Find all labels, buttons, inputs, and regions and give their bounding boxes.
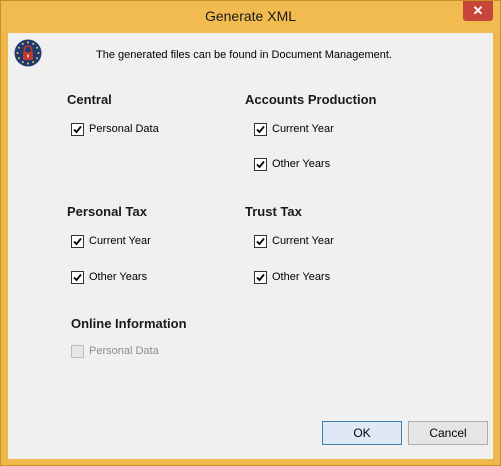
checkbox-box[interactable] bbox=[71, 271, 84, 284]
dialog-client-area: The generated files can be found in Docu… bbox=[8, 33, 493, 459]
title-bar[interactable]: Generate XML ✕ bbox=[1, 1, 500, 33]
cancel-button[interactable]: Cancel bbox=[408, 421, 488, 445]
checkbox-label: Other Years bbox=[272, 158, 331, 170]
checkbox-box[interactable] bbox=[254, 235, 267, 248]
checkmark-icon bbox=[256, 237, 265, 246]
section-title-online-information: Online Information bbox=[71, 316, 187, 331]
section-title-personal-tax: Personal Tax bbox=[67, 204, 147, 219]
close-button[interactable]: ✕ bbox=[463, 1, 493, 21]
section-title-central: Central bbox=[67, 92, 112, 107]
checkbox-box[interactable] bbox=[71, 123, 84, 136]
checkbox-box[interactable] bbox=[254, 271, 267, 284]
checkmark-icon bbox=[73, 125, 82, 134]
checkmark-icon bbox=[73, 237, 82, 246]
checkbox-label: Current Year bbox=[272, 123, 334, 135]
ok-button[interactable]: OK bbox=[322, 421, 402, 445]
checkmark-icon bbox=[73, 273, 82, 282]
checkbox-box[interactable] bbox=[71, 235, 84, 248]
dialog-window: Generate XML ✕ The generated files can b… bbox=[0, 0, 501, 466]
checkbox-label: Other Years bbox=[272, 271, 331, 283]
checkbox-box bbox=[71, 345, 84, 358]
window-title: Generate XML bbox=[204, 8, 297, 24]
checkbox-label: Other Years bbox=[89, 271, 148, 283]
checkbox-label: Personal Data bbox=[89, 345, 159, 357]
section-title-accounts-production: Accounts Production bbox=[245, 92, 377, 107]
eu-lock-icon bbox=[14, 39, 42, 67]
section-title-trust-tax: Trust Tax bbox=[245, 204, 302, 219]
checkbox-label: Current Year bbox=[272, 235, 334, 247]
checkbox-label: Personal Data bbox=[89, 123, 159, 135]
checkmark-icon bbox=[256, 160, 265, 169]
checkbox-box[interactable] bbox=[254, 158, 267, 171]
checkmark-icon bbox=[256, 125, 265, 134]
checkmark-icon bbox=[256, 273, 265, 282]
info-text: The generated files can be found in Docu… bbox=[96, 49, 392, 61]
checkbox-box[interactable] bbox=[254, 123, 267, 136]
checkbox-label: Current Year bbox=[89, 235, 151, 247]
